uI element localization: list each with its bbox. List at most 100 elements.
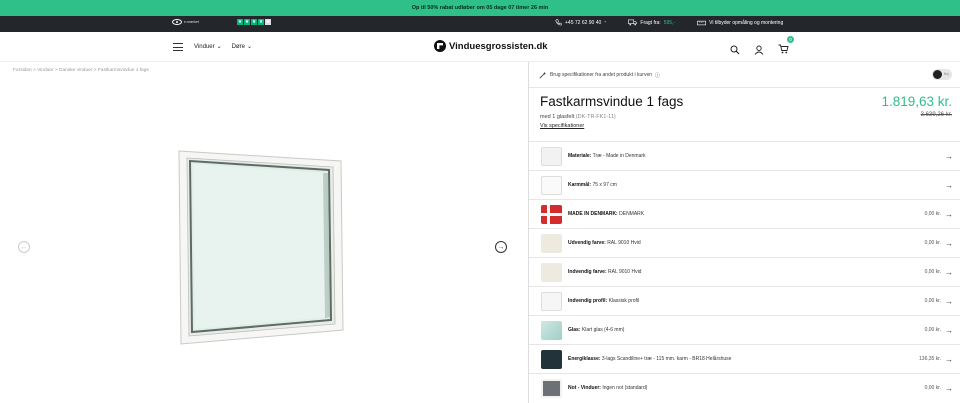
color-swatch [541,234,562,253]
product-title: Fastkarmsvindue 1 fags [540,94,684,109]
subtitle-text: med 1 glasfelt [540,114,575,120]
product-price: 1.819,63 kr. [881,94,952,109]
top-bar: e-mærket ★ ★ ★ ★ ★ +45 72 62 90 40 • Fragt f… [0,16,960,32]
truck-icon [628,19,638,26]
window-thumbnail [541,176,562,195]
arrow-right-icon: → [945,354,953,364]
option-label: Karmmål: 75 x 97 cm [568,182,617,188]
show-specs-link[interactable]: Vis specifikationer [540,123,584,129]
option-row-made-in-denmark[interactable]: MADE IN DENMARK: DENMARK 0,00 kr. → [529,199,960,228]
ruler-icon [697,20,707,25]
info-icon[interactable]: ⓘ [655,72,660,79]
energy-thumbnail [541,350,562,369]
option-label: Glas: Klart glas (4-6 mm) [568,327,625,333]
shipping-label: Fragt fra: [640,19,661,26]
star-icon: ★ [264,19,271,25]
trustpilot-stars[interactable]: ★ ★ ★ ★ ★ [236,19,271,25]
gallery-next-button[interactable]: → [495,241,507,253]
option-row-energy-class[interactable]: Energiklasse: 3-lags Scandiline+ træ - 1… [529,344,960,373]
option-label: Indvendig farve: RAL 9010 Hvid [568,269,642,275]
product-code: (DK-TR-FK1-11) [575,114,616,120]
nav-link-label: Døre [231,43,245,50]
measure-service-link[interactable]: Vi tilbyder opmåling og montering [697,20,783,26]
user-icon[interactable] [754,45,764,55]
toggle-knob [933,70,942,79]
option-amount: 0,00 kr. [924,298,941,304]
option-row-glass[interactable]: Glas: Klart glas (4-6 mm) 0,00 kr. → [529,315,960,344]
frame-thumbnail [541,147,562,166]
spec-copy-toggle[interactable]: Nej [932,69,952,80]
option-row-inner-color[interactable]: Indvendig farve: RAL 9010 Hvid 0,00 kr. … [529,257,960,286]
arrow-right-icon: → [945,238,953,248]
option-label: MADE IN DENMARK: DENMARK [568,211,645,217]
product-subtitle: med 1 glasfelt (DK-TR-FK1-11) [540,114,616,120]
option-amount: 136,35 kr. [919,356,941,362]
notch-thumbnail [541,379,562,398]
breadcrumb[interactable]: Forsiden > Vinduer > Danske vinduer > Fa… [13,68,149,73]
search-icon[interactable] [730,45,740,55]
emaerke-badge[interactable]: e-mærket [172,19,199,25]
product-old-price: 3.639,26 kr. [920,112,952,118]
option-list: Materiale: Træ - Made in Denmark → Karmm… [529,141,960,402]
chevron-down-icon: ⌄ [246,44,252,50]
gallery-prev-button[interactable]: ← [18,241,30,253]
phone-link[interactable]: +45 72 62 90 40 • [555,19,606,26]
product-config-panel: Brug specifikationer fra andet produkt i… [528,62,960,403]
spec-copy-text: Brug specifikationer fra andet produkt i… [550,72,652,78]
option-row-material[interactable]: Materiale: Træ - Made in Denmark → [529,141,960,170]
profile-thumbnail [541,292,562,311]
main-nav: Vinduer ⌄ Døre ⌄ Vinduesgrossisten.dk 0 [0,32,960,62]
arrow-right-icon: → [945,151,953,161]
nav-link-doors[interactable]: Døre ⌄ [231,43,252,51]
nav-link-windows[interactable]: Vinduer ⌄ [194,43,222,51]
option-label: Materiale: Træ - Made in Denmark [568,153,646,159]
spec-copy-bar: Brug specifikationer fra andet produkt i… [529,62,960,88]
danish-flag-icon [541,205,562,224]
arrow-right-icon: → [945,296,953,306]
option-label: Indvendig profil: Klassisk profil [568,298,640,304]
arrow-right-icon: → [945,209,953,219]
arrow-right-icon: → [945,267,953,277]
shipping-info[interactable]: Fragt fra: 595,- [628,19,675,26]
chevron-down-icon: ⌄ [216,44,222,50]
shipping-value: 595,- [663,19,676,26]
menu-icon[interactable] [173,43,183,51]
cart-count-badge: 0 [787,36,794,43]
logo-icon [434,40,446,52]
star-icon: ★ [250,19,257,25]
option-row-outer-color[interactable]: Udvendig farve: RAL 9010 Hvid 0,00 kr. → [529,228,960,257]
arrow-right-icon: → [497,243,505,251]
star-icon: ★ [236,19,243,25]
product-image [178,150,344,345]
phone-number: +45 72 62 90 40 [565,19,602,26]
option-row-inner-profile[interactable]: Indvendig profil: Klassisk profil 0,00 k… [529,286,960,315]
option-amount: 0,00 kr. [924,327,941,333]
option-amount: 0,00 kr. [924,211,941,217]
promo-text: Op til 50% rabat udløber om 05 dage 07 t… [411,5,549,11]
wand-icon [539,71,547,79]
option-label: Energiklasse: 3-lags Scandiline+ træ - 1… [568,356,732,362]
site-logo[interactable]: Vinduesgrossisten.dk [434,40,548,52]
measure-text: Vi tilbyder opmåling og montering [709,19,784,26]
option-row-frame-size[interactable]: Karmmål: 75 x 97 cm → [529,170,960,199]
emaerke-label: e-mærket [184,20,199,24]
glass-thumbnail [541,321,562,340]
option-amount: 0,00 kr. [924,240,941,246]
cart-icon [778,44,789,54]
emaerke-icon [172,19,182,25]
arrow-right-icon: → [945,180,953,190]
option-amount: 0,00 kr. [924,385,941,391]
color-swatch [541,263,562,282]
option-row-notch[interactable]: Not - Vinduer: Ingen not (standard) 0,00… [529,373,960,402]
promo-banner: Op til 50% rabat udløber om 05 dage 07 t… [0,0,960,16]
arrow-right-icon: → [945,325,953,335]
toggle-label: Nej [943,72,949,76]
arrow-right-icon: → [945,383,953,393]
cart-button[interactable]: 0 [778,36,794,59]
star-icon: ★ [257,19,264,25]
phone-icon [555,19,562,26]
nav-link-label: Vinduer [194,43,215,50]
logo-text: Vinduesgrossisten.dk [449,40,548,52]
status-dot-icon: • [604,19,607,26]
option-amount: 0,00 kr. [924,269,941,275]
